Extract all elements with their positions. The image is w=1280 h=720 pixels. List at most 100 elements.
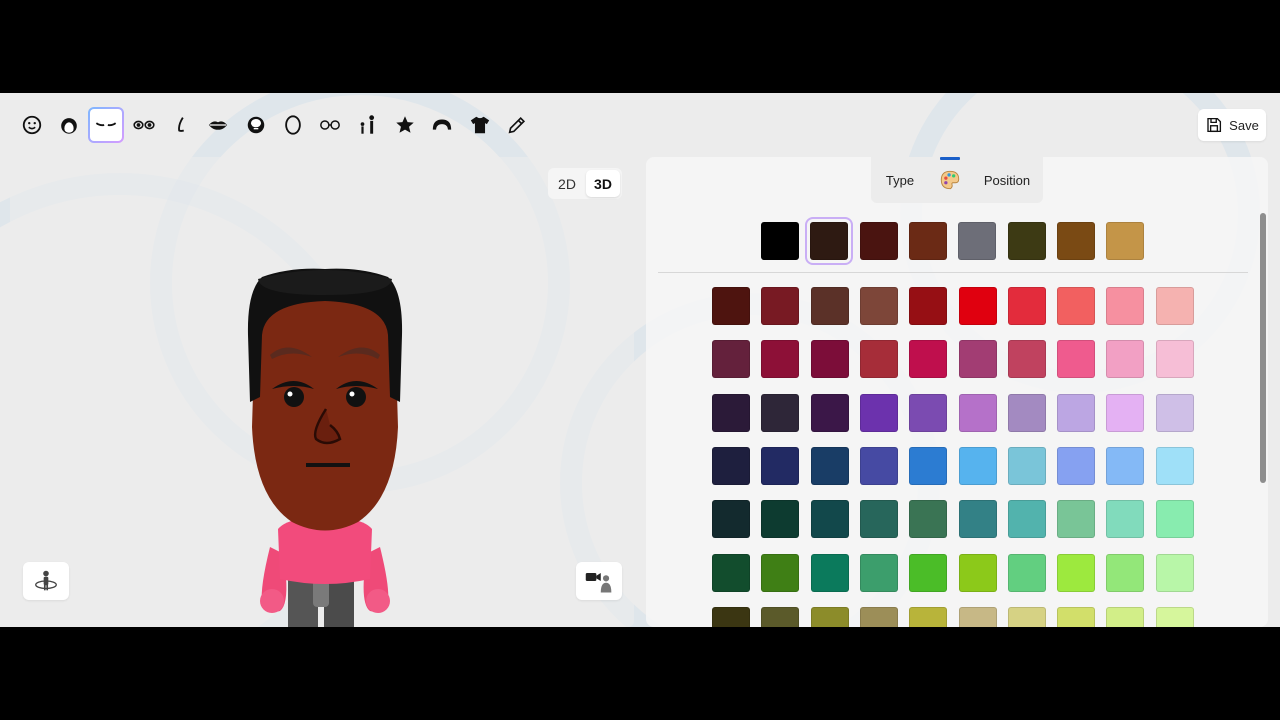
palette-color-swatch[interactable]: [810, 553, 849, 592]
palette-color-swatch[interactable]: [761, 446, 800, 485]
palette-color-swatch[interactable]: [810, 500, 849, 539]
palette-color-swatch[interactable]: [1057, 340, 1096, 379]
palette-color-swatch[interactable]: [761, 340, 800, 379]
palette-color-swatch[interactable]: [1106, 393, 1145, 432]
beard-tool-button[interactable]: [238, 107, 274, 143]
quick-color-swatch[interactable]: [958, 222, 997, 260]
palette-color-swatch[interactable]: [761, 500, 800, 539]
palette-color-swatch[interactable]: [1007, 500, 1046, 539]
eyebrows-tool-button[interactable]: [88, 107, 124, 143]
palette-color-swatch[interactable]: [1057, 500, 1096, 539]
palette-color-swatch[interactable]: [909, 340, 948, 379]
palette-color-swatch[interactable]: [1155, 446, 1194, 485]
rotate-avatar-button[interactable]: [23, 562, 69, 600]
view-2d-button[interactable]: 2D: [550, 170, 584, 197]
nose-tool-button[interactable]: [163, 107, 199, 143]
palette-color-swatch[interactable]: [909, 446, 948, 485]
quick-color-swatch[interactable]: [1007, 222, 1046, 260]
face-tool-button[interactable]: [14, 107, 50, 143]
palette-color-swatch[interactable]: [1106, 340, 1145, 379]
palette-color-swatch[interactable]: [1155, 553, 1194, 592]
palette-color-swatch[interactable]: [1007, 446, 1046, 485]
palette-color-swatch[interactable]: [1057, 446, 1096, 485]
palette-color-swatch[interactable]: [1155, 287, 1194, 325]
palette-color-swatch[interactable]: [958, 606, 997, 627]
palette-color-swatch[interactable]: [761, 606, 800, 627]
palette-color-swatch[interactable]: [958, 393, 997, 432]
scrollbar-thumb[interactable]: [1260, 213, 1266, 483]
palette-color-swatch[interactable]: [909, 500, 948, 539]
palette-color-swatch[interactable]: [1155, 340, 1194, 379]
palette-color-swatch[interactable]: [1007, 393, 1046, 432]
palette-color-swatch[interactable]: [1155, 606, 1194, 627]
tab-color[interactable]: [929, 157, 971, 203]
palette-color-swatch[interactable]: [859, 500, 898, 539]
palette-color-swatch[interactable]: [810, 606, 849, 627]
palette-color-swatch[interactable]: [958, 553, 997, 592]
palette-color-swatch[interactable]: [909, 606, 948, 627]
palette-color-swatch[interactable]: [810, 287, 849, 325]
quick-color-swatch[interactable]: [908, 222, 947, 260]
quick-color-swatch[interactable]: [805, 217, 854, 265]
palette-color-swatch[interactable]: [859, 340, 898, 379]
quick-color-swatch[interactable]: [859, 222, 898, 260]
palette-color-swatch[interactable]: [1155, 500, 1194, 539]
palette-color-swatch[interactable]: [712, 393, 750, 432]
glasses-tool-button[interactable]: [312, 107, 348, 143]
palette-color-swatch[interactable]: [712, 500, 750, 539]
palette-color-swatch[interactable]: [1007, 287, 1046, 325]
palette-color-swatch[interactable]: [810, 393, 849, 432]
palette-color-swatch[interactable]: [1106, 446, 1145, 485]
favorite-tool-button[interactable]: [387, 107, 423, 143]
palette-color-swatch[interactable]: [761, 287, 800, 325]
palette-color-swatch[interactable]: [958, 446, 997, 485]
body-tool-button[interactable]: [350, 107, 386, 143]
palette-color-swatch[interactable]: [909, 393, 948, 432]
panel-scrollbar[interactable]: [1260, 213, 1266, 621]
palette-color-swatch[interactable]: [859, 553, 898, 592]
palette-color-swatch[interactable]: [859, 606, 898, 627]
palette-color-swatch[interactable]: [1057, 393, 1096, 432]
tab-type[interactable]: Type: [871, 157, 929, 203]
mouth-tool-button[interactable]: [200, 107, 236, 143]
palette-color-swatch[interactable]: [1057, 553, 1096, 592]
palette-color-swatch[interactable]: [761, 393, 800, 432]
palette-color-swatch[interactable]: [958, 500, 997, 539]
palette-color-swatch[interactable]: [712, 606, 750, 627]
palette-color-swatch[interactable]: [909, 287, 948, 325]
palette-color-swatch[interactable]: [1106, 606, 1145, 627]
palette-color-swatch[interactable]: [712, 446, 750, 485]
palette-color-swatch[interactable]: [810, 340, 849, 379]
palette-color-swatch[interactable]: [712, 340, 750, 379]
palette-color-swatch[interactable]: [1106, 287, 1145, 325]
palette-color-swatch[interactable]: [859, 393, 898, 432]
palette-color-swatch[interactable]: [1106, 500, 1145, 539]
palette-color-swatch[interactable]: [1007, 553, 1046, 592]
hair-tool-button[interactable]: [51, 107, 87, 143]
palette-color-swatch[interactable]: [958, 340, 997, 379]
palette-color-swatch[interactable]: [712, 287, 750, 325]
tab-position[interactable]: Position: [971, 157, 1043, 203]
palette-color-swatch[interactable]: [859, 446, 898, 485]
palette-color-swatch[interactable]: [859, 287, 898, 325]
palette-color-swatch[interactable]: [958, 287, 997, 325]
clothes-tool-button[interactable]: [462, 107, 498, 143]
view-3d-button[interactable]: 3D: [586, 170, 620, 197]
palette-color-swatch[interactable]: [1007, 606, 1046, 627]
head-shape-tool-button[interactable]: [275, 107, 311, 143]
eyes-tool-button[interactable]: [126, 107, 162, 143]
camera-view-button[interactable]: [576, 562, 622, 600]
palette-color-swatch[interactable]: [810, 446, 849, 485]
palette-color-swatch[interactable]: [1057, 287, 1096, 325]
palette-color-swatch[interactable]: [712, 553, 750, 592]
save-button[interactable]: Save: [1198, 109, 1266, 141]
edit-tool-button[interactable]: [499, 107, 535, 143]
palette-color-swatch[interactable]: [1155, 393, 1194, 432]
palette-color-swatch[interactable]: [1057, 606, 1096, 627]
palette-color-swatch[interactable]: [761, 553, 800, 592]
hat-tool-button[interactable]: [424, 107, 460, 143]
palette-color-swatch[interactable]: [1106, 553, 1145, 592]
quick-color-swatch[interactable]: [1106, 222, 1145, 260]
quick-color-swatch[interactable]: [1056, 222, 1095, 260]
palette-color-swatch[interactable]: [909, 553, 948, 592]
